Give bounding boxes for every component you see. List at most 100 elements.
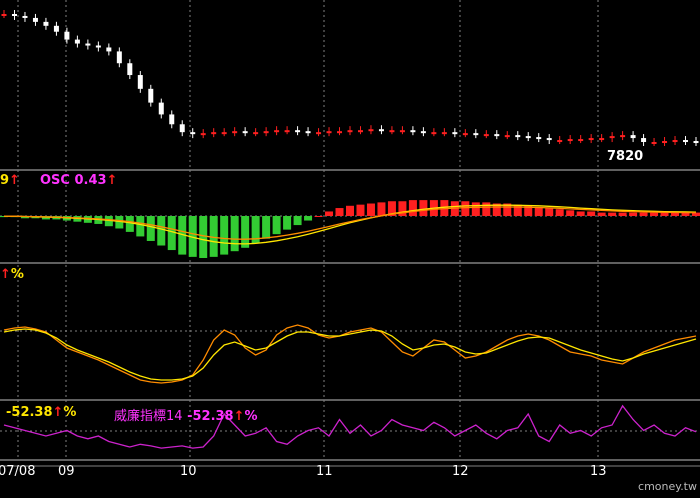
up-arrow-icon: ↑ — [106, 173, 118, 188]
candle-body — [148, 88, 154, 103]
macd-value: 9 — [0, 173, 10, 188]
osc-bar — [272, 216, 281, 235]
candle-body — [1, 14, 7, 16]
williams-value-left: -52.38↑% — [6, 405, 76, 420]
osc-bar — [293, 216, 302, 226]
candle-body — [263, 131, 269, 134]
candle-body — [662, 141, 668, 144]
kd-percent: % — [10, 267, 24, 282]
osc-bar — [408, 200, 417, 216]
candle-body — [578, 139, 584, 142]
candle-body — [53, 25, 59, 32]
kd-lines — [3, 324, 697, 384]
candle-body — [693, 141, 699, 144]
candle-body — [200, 133, 206, 136]
osc-bar — [482, 202, 491, 216]
candle-body — [683, 140, 689, 143]
candle-body — [22, 15, 28, 18]
candle-body — [672, 140, 678, 143]
williams-value-right: -52.38 — [187, 409, 234, 424]
candle-body — [106, 47, 112, 52]
osc-bar — [471, 202, 480, 216]
d-line — [3, 328, 697, 381]
candle-body — [494, 134, 500, 137]
x-tick-0708: 07/08 — [0, 464, 36, 479]
candle-body — [127, 63, 133, 76]
williams-line — [3, 404, 697, 449]
candle-body — [137, 75, 143, 89]
osc-bar — [660, 212, 669, 216]
candle-body — [221, 132, 227, 135]
candle-body — [567, 139, 573, 142]
candle-body — [158, 102, 164, 115]
candle-body — [441, 132, 447, 135]
osc-bar — [325, 211, 334, 216]
osc-bar — [576, 211, 585, 216]
osc-bar — [545, 208, 554, 216]
osc-bar — [566, 210, 575, 216]
osc-bar — [419, 200, 428, 216]
osc-bar — [639, 212, 648, 216]
candle-body — [420, 131, 426, 134]
candle-body — [347, 130, 353, 133]
osc-bar — [241, 216, 250, 248]
candle-body — [588, 138, 594, 141]
chart-canvas — [0, 0, 700, 467]
candle-body — [179, 124, 185, 133]
candle-body — [620, 135, 626, 138]
osc-bar — [283, 216, 292, 230]
candle-body — [284, 130, 290, 133]
kd-label: ↑% — [0, 267, 24, 282]
osc-bar — [146, 216, 155, 241]
osc-bar — [262, 216, 271, 239]
up-arrow-icon: ↑ — [52, 405, 64, 420]
candle-body — [599, 138, 605, 141]
candle-body — [11, 14, 17, 16]
up-arrow-icon: ↑ — [9, 173, 20, 188]
candle-body — [95, 45, 101, 48]
candlestick-series — [1, 10, 699, 146]
candle-body — [473, 133, 479, 136]
osc-bar — [555, 209, 564, 216]
osc-bar — [587, 211, 596, 216]
osc-bar — [461, 201, 470, 216]
osc-bar — [618, 212, 627, 216]
candle-body — [274, 130, 280, 133]
candle-body — [232, 131, 238, 134]
osc-bar — [157, 216, 166, 246]
candle-body — [368, 129, 374, 132]
osc-bar — [314, 216, 323, 217]
candle-body — [504, 135, 510, 138]
candle-body — [64, 31, 70, 40]
grid-lines — [0, 0, 700, 467]
candle-body — [242, 131, 248, 134]
williams-percent: % — [63, 405, 77, 420]
x-tick-13: 13 — [590, 464, 607, 479]
x-tick-10: 10 — [180, 464, 197, 479]
candle-body — [357, 130, 363, 133]
x-tick-11: 11 — [316, 464, 333, 479]
candle-body — [536, 137, 542, 140]
candle-body — [483, 134, 489, 137]
williams-indicator-label: 威廉指標14 -52.38↑% — [114, 405, 258, 424]
candle-body — [399, 130, 405, 133]
osc-bar — [136, 216, 145, 237]
osc-bar — [629, 212, 638, 216]
osc-bar — [220, 216, 229, 255]
up-arrow-icon: ↑ — [233, 409, 245, 424]
candle-body — [32, 17, 38, 22]
brand-watermark: cmoney.tw — [638, 480, 697, 493]
osc-value: OSC 0.43 — [40, 173, 107, 188]
candle-body — [641, 138, 647, 142]
osc-bar — [356, 204, 365, 216]
candle-body — [630, 135, 636, 139]
candle-body — [305, 131, 311, 134]
williams-r-line — [3, 404, 697, 449]
candle-body — [389, 130, 395, 133]
candle-body — [410, 130, 416, 133]
osc-bar — [346, 205, 354, 216]
osc-bar — [335, 208, 344, 216]
candle-body — [85, 43, 91, 46]
candle-body — [253, 132, 259, 135]
osc-bar — [597, 212, 606, 216]
